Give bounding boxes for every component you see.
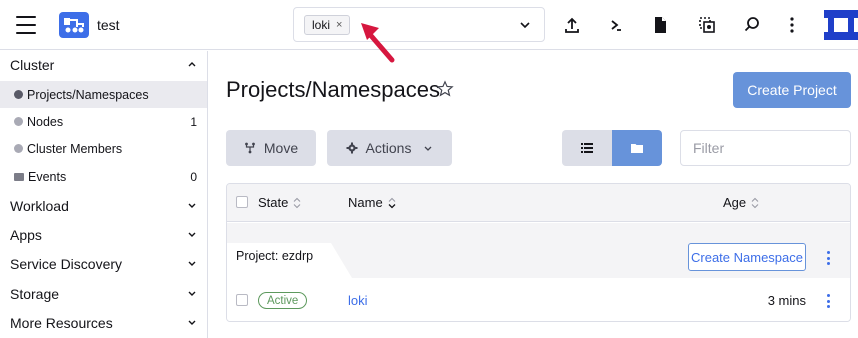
sort-icon	[293, 197, 301, 208]
column-header-state[interactable]: State	[258, 195, 301, 210]
namespace-link[interactable]: loki	[348, 293, 368, 308]
namespace-selector[interactable]: loki ×	[293, 7, 545, 42]
project-group-label: Project: ezdrp	[236, 249, 314, 263]
sidebar-group-label: Cluster	[10, 57, 55, 73]
sidebar-item-cluster-members[interactable]: Cluster Members	[0, 135, 207, 162]
top-header: test loki ×	[0, 0, 858, 50]
filter-input[interactable]: Filter	[680, 130, 851, 166]
actions-button-label: Actions	[365, 140, 412, 156]
sidebar: Cluster Projects/Namespaces Nodes 1 Clus…	[0, 51, 208, 338]
download-kubeconfig-icon[interactable]	[650, 15, 670, 35]
chevron-down-icon	[188, 232, 196, 237]
sidebar-group-service-discovery[interactable]: Service Discovery	[0, 250, 207, 278]
namespaces-table: State Name Age Create Namespace Project:…	[226, 183, 851, 322]
folder-icon	[631, 144, 643, 153]
row-age: 3 mins	[767, 293, 806, 308]
table-row: Active loki 3 mins	[227, 279, 850, 321]
remove-chip-button[interactable]: ×	[336, 16, 342, 34]
sidebar-item-label: Events	[28, 169, 67, 184]
dot-icon	[14, 90, 23, 99]
sidebar-item-nodes[interactable]: Nodes 1	[0, 108, 207, 135]
chevron-down-icon	[188, 203, 196, 208]
flat-list-toggle[interactable]	[562, 130, 612, 166]
import-yaml-icon[interactable]	[562, 15, 582, 35]
sidebar-group-label: More Resources	[10, 315, 113, 331]
sidebar-item-count: 1	[190, 114, 197, 129]
search-icon[interactable]	[742, 15, 762, 35]
namespace-chip: loki ×	[304, 15, 351, 35]
chevron-down-icon	[424, 146, 432, 151]
sidebar-group-storage[interactable]: Storage	[0, 280, 207, 308]
actions-button[interactable]: Actions	[327, 130, 452, 166]
column-header-age[interactable]: Age	[723, 195, 759, 210]
menu-icon[interactable]	[16, 16, 36, 34]
table-header: State Name Age	[227, 184, 850, 222]
copy-kubeconfig-icon[interactable]	[697, 15, 717, 35]
create-project-button[interactable]: Create Project	[733, 72, 851, 108]
sort-down-icon	[388, 197, 396, 208]
move-button[interactable]: Move	[226, 130, 316, 166]
chevron-down-icon	[188, 320, 196, 325]
sidebar-item-label: Nodes	[27, 114, 64, 129]
cluster-name: test	[97, 17, 120, 33]
star-icon[interactable]	[436, 80, 454, 98]
gear-icon	[346, 142, 358, 154]
status-badge: Active	[258, 292, 308, 309]
sidebar-item-label: Projects/Namespaces	[27, 87, 149, 102]
project-group-row: Create Namespace	[227, 223, 850, 278]
row-checkbox[interactable]	[236, 294, 248, 306]
column-header-label: Name	[348, 195, 383, 210]
sidebar-group-more-resources[interactable]: More Resources	[0, 309, 207, 337]
sort-icon	[751, 197, 759, 208]
page-title: Projects/Namespaces	[226, 77, 440, 102]
list-icon	[581, 143, 593, 153]
group-by-project-toggle[interactable]	[612, 130, 662, 166]
sidebar-group-workload[interactable]: Workload	[0, 192, 207, 220]
column-header-label: Age	[723, 195, 747, 210]
chevron-down-icon	[520, 22, 530, 29]
column-header-name[interactable]: Name	[348, 195, 396, 210]
namespace-chip-label: loki	[312, 18, 331, 32]
sidebar-group-label: Storage	[10, 286, 60, 302]
sidebar-item-count: 0	[190, 169, 197, 184]
chevron-down-icon	[188, 291, 196, 296]
move-icon	[244, 142, 255, 154]
chevron-up-icon	[188, 62, 196, 67]
column-header-label: State	[258, 195, 289, 210]
sidebar-group-apps[interactable]: Apps	[0, 221, 207, 249]
sidebar-group-cluster[interactable]: Cluster	[0, 51, 207, 79]
sidebar-item-events[interactable]: Events 0	[0, 163, 207, 190]
chevron-down-icon	[188, 261, 196, 266]
sidebar-group-label: Service Discovery	[10, 256, 123, 272]
row-actions-icon[interactable]	[826, 294, 830, 308]
sidebar-group-label: Workload	[10, 198, 69, 214]
cluster-icon[interactable]	[59, 12, 89, 38]
folder-icon	[14, 172, 24, 181]
kubectl-shell-icon[interactable]	[606, 15, 626, 35]
move-button-label: Move	[263, 140, 299, 156]
sidebar-item-projects-namespaces[interactable]: Projects/Namespaces	[0, 81, 207, 108]
annotation-arrow-icon	[361, 23, 395, 63]
sidebar-item-label: Cluster Members	[27, 141, 123, 156]
dot-icon	[14, 144, 23, 153]
user-avatar-icon[interactable]	[824, 8, 858, 42]
select-all-checkbox[interactable]	[236, 196, 248, 208]
more-options-icon[interactable]	[782, 15, 802, 35]
group-actions-icon[interactable]	[826, 251, 830, 265]
dot-icon	[14, 117, 23, 126]
create-namespace-button[interactable]: Create Namespace	[688, 243, 806, 271]
sidebar-group-label: Apps	[10, 227, 42, 243]
